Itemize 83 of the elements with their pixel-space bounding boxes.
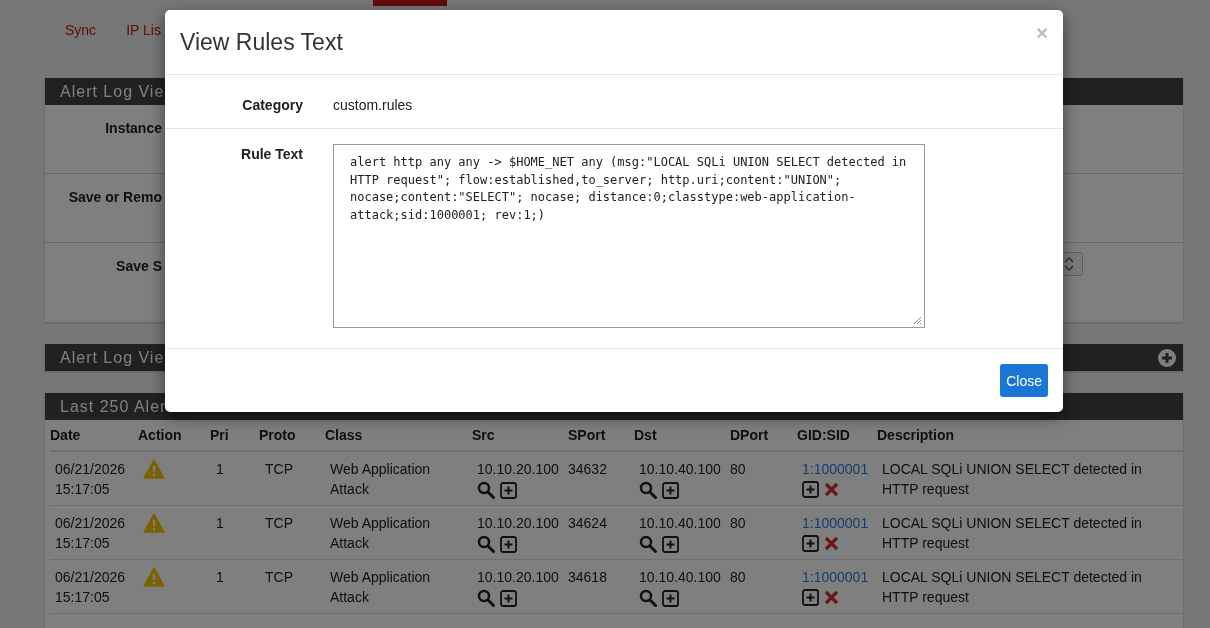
table-cell-text: 06/21/2026 <box>55 514 126 533</box>
add-icon[interactable] <box>802 535 819 552</box>
field-value: custom.rules <box>333 96 413 113</box>
field-label: Save or Remo <box>67 188 162 205</box>
search-icon[interactable] <box>477 481 495 499</box>
column-header: SPort <box>568 427 607 443</box>
modal-title: View Rules Text <box>180 28 343 56</box>
table-cell-text: 1 <box>216 568 224 587</box>
delete-x-icon[interactable] <box>824 482 839 497</box>
table-cell-text: 10.10.20.100 <box>477 568 559 587</box>
sort-arrows-icon <box>1064 257 1074 271</box>
table-cell-text: 06/21/2026 <box>55 460 126 479</box>
warning-icon <box>143 513 165 533</box>
table-cell-text: 1 <box>216 514 224 533</box>
nav-tab[interactable]: Sync <box>65 22 97 56</box>
table-cell-text: Web Application Attack <box>330 514 432 553</box>
search-icon[interactable] <box>639 481 657 499</box>
rule-link[interactable]: 1:1000001 <box>802 459 877 479</box>
rule-link[interactable]: 1:1000001 <box>802 513 877 533</box>
table-cell-text: 10.10.20.100 <box>477 460 559 479</box>
add-icon[interactable] <box>662 589 679 607</box>
column-header: Action <box>138 427 183 443</box>
resize-grip-icon[interactable] <box>913 316 922 325</box>
table-cell-text: 80 <box>730 514 746 533</box>
table-cell-text: 34624 <box>568 514 607 533</box>
table-cell-text: LOCAL SQLi UNION SELECT detected in HTTP request <box>882 514 1143 553</box>
column-header: Proto <box>259 427 297 443</box>
column-header: GID:SID <box>797 427 851 443</box>
table-cell-text: 15:17:05 <box>55 588 110 607</box>
table-cell-text: 06/21/2026 <box>55 568 126 587</box>
search-icon[interactable] <box>639 589 657 607</box>
add-icon[interactable] <box>802 589 819 606</box>
rule-link[interactable]: 1:1000001 <box>802 567 877 587</box>
add-icon[interactable] <box>500 481 517 499</box>
table-cell-text: TCP <box>265 568 293 587</box>
table-cell-text: 10.10.40.100 <box>639 460 721 479</box>
expand-plus-icon[interactable] <box>1158 348 1176 367</box>
table-cell-text: 10.10.40.100 <box>639 568 721 587</box>
table-cell-text: 15:17:05 <box>55 534 110 553</box>
search-icon[interactable] <box>477 589 495 607</box>
warning-icon <box>143 459 165 479</box>
table-cell-text: Web Application Attack <box>330 460 432 499</box>
table-cell-text: TCP <box>265 460 293 479</box>
close-button[interactable]: Close <box>1000 364 1048 397</box>
table-cell-text: LOCAL SQLi UNION SELECT detected in HTTP request <box>882 568 1143 607</box>
field-label: Rule Text <box>240 145 303 164</box>
panel-title: Alert Log Vie <box>60 82 165 101</box>
column-header: Dst <box>634 427 658 443</box>
column-header: DPort <box>730 427 770 443</box>
search-icon[interactable] <box>477 535 495 553</box>
add-icon[interactable] <box>662 535 679 553</box>
nav-tab[interactable]: IP Lis <box>126 22 161 56</box>
add-icon[interactable] <box>500 535 517 553</box>
table-cell-text: 10.10.40.100 <box>639 514 721 533</box>
column-header: Date <box>50 427 82 443</box>
rule-text-area[interactable]: alert http any any -> $HOME_NET any (msg:"LOCAL SQLi UNION SELECT detected in HTTP request"; flow:established,to_server; http.uri;content:"UNION"; nocase;content:"SELECT"; nocase; distance:0;classtype:web-application-attack;sid:1000001; rev:1;) <box>333 144 925 328</box>
table-cell-text: 10.10.20.100 <box>477 514 559 533</box>
field-label: Category <box>241 96 303 113</box>
table-cell-text: 34618 <box>568 568 607 587</box>
panel-title: Last 250 Aler <box>60 397 167 416</box>
panel-title: Alert Log Vie <box>60 348 165 367</box>
column-header: Src <box>472 427 496 443</box>
warning-icon <box>143 567 165 587</box>
add-icon[interactable] <box>802 481 819 498</box>
table-cell-text: TCP <box>265 514 293 533</box>
table-cell-text: 80 <box>730 460 746 479</box>
table-cell-text: Web Application Attack <box>330 568 432 607</box>
table-cell-text: 34632 <box>568 460 607 479</box>
column-header: Class <box>325 427 364 443</box>
table-cell-text: LOCAL SQLi UNION SELECT detected in HTTP request <box>882 460 1143 499</box>
table-cell-text: 80 <box>730 568 746 587</box>
column-header: Pri <box>210 427 230 443</box>
field-label: Instance <box>104 119 162 136</box>
delete-x-icon[interactable] <box>824 590 839 605</box>
table-cell-text: 15:17:05 <box>55 480 110 499</box>
column-header: Description <box>877 427 955 443</box>
search-icon[interactable] <box>639 535 657 553</box>
close-button[interactable]: × <box>1036 21 1048 45</box>
delete-x-icon[interactable] <box>824 536 839 551</box>
add-icon[interactable] <box>662 481 679 499</box>
add-icon[interactable] <box>500 589 517 607</box>
field-label: Save S <box>115 257 162 274</box>
table-cell-text: 1 <box>216 460 224 479</box>
